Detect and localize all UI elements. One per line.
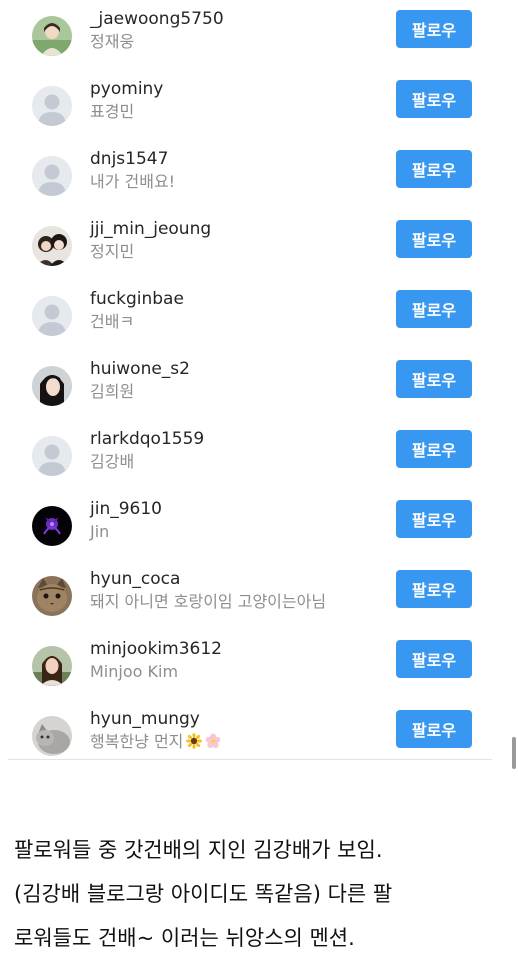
- username[interactable]: _jaewoong5750: [90, 8, 224, 30]
- full-name: Minjoo Kim: [90, 662, 179, 681]
- follow-button[interactable]: 팔로우: [396, 290, 472, 328]
- follower-row[interactable]: pyominy 표경민 팔로우: [0, 79, 518, 156]
- caption: 팔로워들 중 갓건배의 지인 김강배가 보임. (김강배 블로그랑 아이디도 똑…: [14, 828, 514, 960]
- avatar[interactable]: [32, 436, 72, 476]
- blossom-icon: [206, 733, 221, 748]
- follow-button[interactable]: 팔로우: [396, 640, 472, 678]
- default-avatar-icon: [32, 436, 72, 476]
- avatar[interactable]: [32, 86, 72, 126]
- avatar[interactable]: [32, 156, 72, 196]
- follow-button[interactable]: 팔로우: [396, 10, 472, 48]
- follower-row[interactable]: _jaewoong5750 정재웅 팔로우: [0, 9, 518, 86]
- avatar[interactable]: [32, 716, 72, 756]
- follow-button[interactable]: 팔로우: [396, 500, 472, 538]
- avatar[interactable]: [32, 576, 72, 616]
- photo-person-green-icon: [32, 16, 72, 56]
- username[interactable]: hyun_coca: [90, 568, 180, 590]
- avatar[interactable]: [32, 16, 72, 56]
- full-name: 건배ㅋ: [90, 312, 135, 331]
- photo-purple-dark-icon: [32, 506, 72, 546]
- username[interactable]: huiwone_s2: [90, 358, 190, 380]
- username[interactable]: hyun_mungy: [90, 708, 200, 730]
- username[interactable]: jin_9610: [90, 498, 162, 520]
- follow-button[interactable]: 팔로우: [396, 80, 472, 118]
- follower-row[interactable]: huiwone_s2 김희원 팔로우: [0, 359, 518, 436]
- follower-row[interactable]: jin_9610 Jin 팔로우: [0, 499, 518, 576]
- follower-row[interactable]: hyun_mungy 행복한냥 먼지 팔로우: [0, 709, 518, 786]
- username[interactable]: jji_min_jeoung: [90, 218, 211, 240]
- username[interactable]: rlarkdqo1559: [90, 428, 204, 450]
- photo-two-people-icon: [32, 226, 72, 266]
- full-name: 돼지 아니면 호랑이임 고양이는아님: [90, 592, 327, 611]
- follow-button[interactable]: 팔로우: [396, 220, 472, 258]
- follower-row[interactable]: jji_min_jeoung 정지민 팔로우: [0, 219, 518, 296]
- default-avatar-icon: [32, 156, 72, 196]
- full-name: 김강배: [90, 452, 135, 471]
- list-divider: [8, 759, 492, 760]
- follow-button[interactable]: 팔로우: [396, 430, 472, 468]
- username[interactable]: fuckginbae: [90, 288, 184, 310]
- follower-row[interactable]: fuckginbae 건배ㅋ 팔로우: [0, 289, 518, 366]
- follow-button[interactable]: 팔로우: [396, 150, 472, 188]
- follow-button[interactable]: 팔로우: [396, 360, 472, 398]
- caption-line: (김강배 블로그랑 아이디도 똑같음) 다른 팔: [14, 882, 393, 906]
- avatar[interactable]: [32, 506, 72, 546]
- default-avatar-icon: [32, 296, 72, 336]
- full-name: 김희원: [90, 382, 135, 401]
- photo-cat-icon: [32, 576, 72, 616]
- username[interactable]: dnjs1547: [90, 148, 168, 170]
- full-name: 행복한냥 먼지: [90, 731, 221, 753]
- follow-button[interactable]: 팔로우: [396, 570, 472, 608]
- default-avatar-icon: [32, 86, 72, 126]
- follower-row[interactable]: rlarkdqo1559 김강배 팔로우: [0, 429, 518, 506]
- follow-button[interactable]: 팔로우: [396, 710, 472, 748]
- full-name-text: 행복한냥 먼지: [90, 732, 184, 751]
- follower-row[interactable]: dnjs1547 내가 건배요! 팔로우: [0, 149, 518, 226]
- caption-line: 팔로워들 중 갓건배의 지인 김강배가 보임.: [14, 838, 383, 862]
- avatar[interactable]: [32, 366, 72, 406]
- photo-person-outdoor-icon: [32, 646, 72, 686]
- avatar[interactable]: [32, 226, 72, 266]
- username[interactable]: pyominy: [90, 78, 163, 100]
- avatar[interactable]: [32, 646, 72, 686]
- full-name: 정재웅: [90, 32, 135, 51]
- follower-row[interactable]: hyun_coca 돼지 아니면 호랑이임 고양이는아님 팔로우: [0, 569, 518, 646]
- avatar[interactable]: [32, 296, 72, 336]
- photo-person-dark-hair-icon: [32, 366, 72, 406]
- full-name: 표경민: [90, 102, 135, 121]
- full-name: 내가 건배요!: [90, 172, 176, 191]
- follower-row[interactable]: minjookim3612 Minjoo Kim 팔로우: [0, 639, 518, 716]
- full-name: 정지민: [90, 242, 135, 261]
- caption-line: 로워들도 건배~ 이러는 뉘앙스의 멘션.: [14, 926, 355, 950]
- full-name: Jin: [90, 522, 110, 541]
- username[interactable]: minjookim3612: [90, 638, 222, 660]
- photo-cat-gray-icon: [32, 716, 72, 756]
- sunflower-icon: [186, 733, 203, 749]
- scrollbar[interactable]: [512, 737, 516, 769]
